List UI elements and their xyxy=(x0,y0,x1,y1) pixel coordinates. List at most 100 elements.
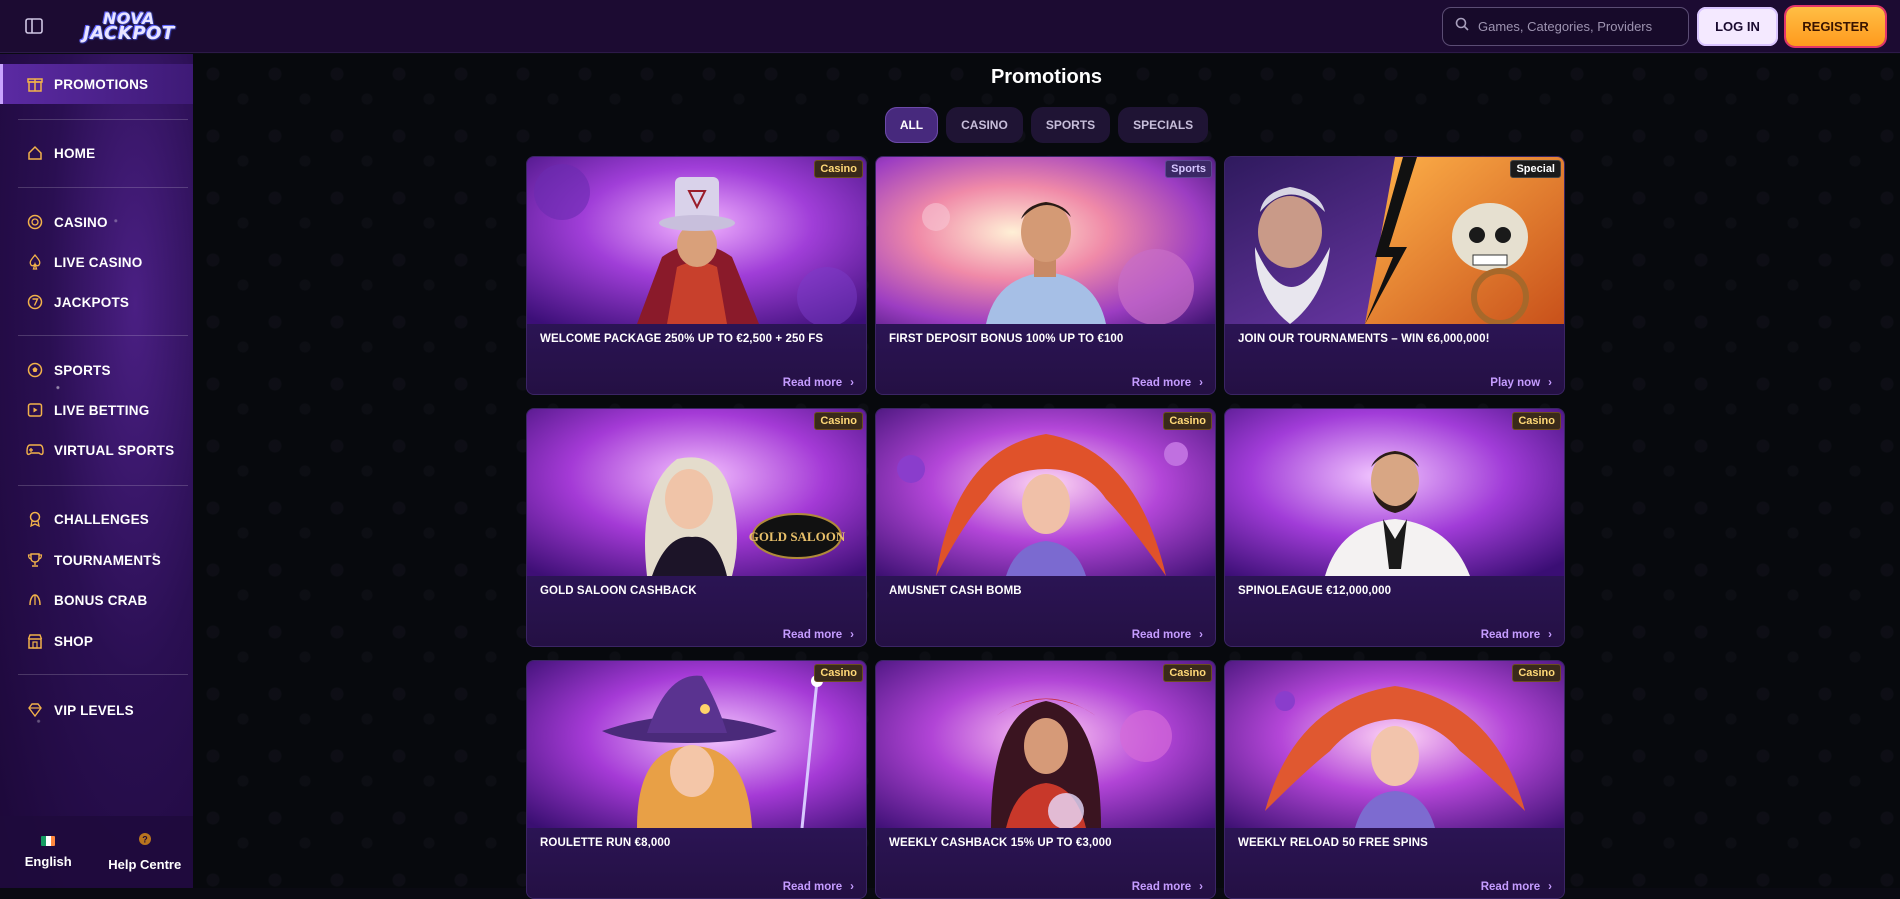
read-more-label: Read more xyxy=(1131,881,1192,893)
read-more-label: Read more xyxy=(782,377,843,389)
sidebar-item-challenges[interactable]: CHALLENGES xyxy=(0,499,193,539)
category-badge: Casino xyxy=(1512,664,1561,682)
promo-title: GOLD SALOON CASHBACK xyxy=(540,585,697,597)
sidebar-item-jackpots[interactable]: JACKPOTS xyxy=(0,282,193,322)
chip-icon xyxy=(26,213,44,231)
promo-image xyxy=(527,157,866,324)
sidebar-item-tournaments[interactable]: TOURNAMENTS xyxy=(0,540,193,580)
chevron-right-icon: › xyxy=(1548,377,1552,389)
tab-all[interactable]: ALL xyxy=(884,107,939,143)
sidebar-item-casino[interactable]: CASINO xyxy=(0,202,193,242)
promo-title: WELCOME PACKAGE 250% UP TO €2,500 + 250 … xyxy=(540,333,824,345)
promo-card[interactable]: Casino WEEKLY CASHBACK 15% UP TO €3,000 … xyxy=(875,660,1216,899)
play-icon xyxy=(26,401,44,419)
sidebar-item-label: TOURNAMENTS xyxy=(54,552,161,568)
read-more-link[interactable]: Read more › xyxy=(1481,629,1552,641)
shop-icon xyxy=(26,632,44,650)
play-now-label: Play now xyxy=(1490,377,1541,389)
sidebar-item-label: CASINO xyxy=(54,214,108,230)
sidebar-item-live-casino[interactable]: LIVE CASINO xyxy=(0,242,193,282)
language-label: English xyxy=(24,853,72,869)
svg-text:?: ? xyxy=(142,835,148,845)
sidebar-item-shop[interactable]: SHOP xyxy=(0,621,193,661)
sidebar-item-home[interactable]: HOME xyxy=(0,133,193,173)
top-header: NOVA JACKPOT Games, Categories, Provider… xyxy=(0,0,1900,53)
category-badge: Casino xyxy=(814,664,863,682)
read-more-label: Read more xyxy=(782,881,843,893)
language-selector[interactable]: English xyxy=(0,816,97,888)
tab-casino[interactable]: CASINO xyxy=(946,107,1023,143)
read-more-link[interactable]: Read more › xyxy=(783,881,854,893)
read-more-link[interactable]: Read more › xyxy=(1132,629,1203,641)
sidebar-item-vip-levels[interactable]: VIP LEVELS xyxy=(0,690,193,730)
tab-specials[interactable]: SPECIALS xyxy=(1118,107,1209,143)
promo-card[interactable]: Special JOIN OUR TOURNAMENTS – WIN €6,00… xyxy=(1224,156,1565,395)
category-badge: Casino xyxy=(814,412,863,430)
register-button[interactable]: REGISTER xyxy=(1786,7,1885,46)
chevron-right-icon: › xyxy=(850,881,854,893)
help-centre-link[interactable]: ? Help Centre xyxy=(97,816,194,888)
read-more-link[interactable]: Read more › xyxy=(783,629,854,641)
sidebar-item-label: PROMOTIONS xyxy=(54,76,149,92)
chevron-right-icon: › xyxy=(1548,881,1552,893)
promo-image: GOLD SALOON xyxy=(527,409,866,576)
promo-card[interactable]: Casino SPINOLEAGUE €12,000,000 Read more… xyxy=(1224,408,1565,647)
read-more-label: Read more xyxy=(1131,377,1192,389)
sidebar-item-bonus-crab[interactable]: BONUS CRAB xyxy=(0,580,193,620)
sidebar-footer: English ? Help Centre xyxy=(0,816,193,888)
read-more-link[interactable]: Read more › xyxy=(1132,881,1203,893)
sidebar-toggle-icon[interactable] xyxy=(22,15,46,37)
promo-card[interactable]: Casino ROULETTE RUN €8,000 Read more › xyxy=(526,660,867,899)
promo-image xyxy=(1225,157,1564,324)
promo-card[interactable]: Casino AMUSNET CASH BOMB Read more › xyxy=(875,408,1216,647)
gift-shop-icon xyxy=(26,75,44,93)
help-icon: ? xyxy=(138,832,152,849)
read-more-link[interactable]: Read more › xyxy=(1132,377,1203,389)
search-icon xyxy=(1455,17,1469,36)
read-more-label: Read more xyxy=(1480,881,1541,893)
read-more-link[interactable]: Read more › xyxy=(783,377,854,389)
spade-icon xyxy=(26,253,44,271)
promotions-grid: Casino WELCOME PACKAGE 250% UP TO €2,500… xyxy=(526,156,1565,899)
login-button[interactable]: LOG IN xyxy=(1697,7,1778,46)
sidebar-item-virtual-sports[interactable]: VIRTUAL SPORTS xyxy=(0,430,193,470)
chevron-right-icon: › xyxy=(1548,629,1552,641)
read-more-link[interactable]: Read more › xyxy=(1481,881,1552,893)
promo-title: WEEKLY RELOAD 50 FREE SPINS xyxy=(1238,837,1428,849)
nova-jackpot-logo[interactable]: NOVA JACKPOT xyxy=(74,8,184,46)
play-now-link[interactable]: Play now › xyxy=(1490,377,1552,389)
promo-image xyxy=(876,157,1215,324)
category-badge: Casino xyxy=(1512,412,1561,430)
search-placeholder: Games, Categories, Providers xyxy=(1478,19,1653,34)
promo-card[interactable]: Casino WEEKLY RELOAD 50 FREE SPINS Read … xyxy=(1224,660,1565,899)
category-badge: Sports xyxy=(1165,160,1212,178)
football-icon xyxy=(26,361,44,379)
chevron-right-icon: › xyxy=(1199,629,1203,641)
search-input[interactable]: Games, Categories, Providers xyxy=(1442,7,1689,46)
trophy-icon xyxy=(26,551,44,569)
sidebar-item-label: LIVE BETTING xyxy=(54,402,150,418)
category-badge: Special xyxy=(1510,160,1561,178)
promo-image xyxy=(876,409,1215,576)
sidebar-item-live-betting[interactable]: LIVE BETTING xyxy=(0,390,193,430)
promo-title: JOIN OUR TOURNAMENTS – WIN €6,000,000! xyxy=(1238,333,1490,345)
seven-icon xyxy=(26,293,44,311)
sidebar-item-label: SHOP xyxy=(54,633,94,649)
home-icon xyxy=(26,144,44,162)
promo-title: AMUSNET CASH BOMB xyxy=(889,585,1022,597)
gold-saloon-logo-text: GOLD SALOON xyxy=(749,529,846,544)
promo-card[interactable]: GOLD SALOON Casino GOLD SALOON CASHBACK … xyxy=(526,408,867,647)
promo-image xyxy=(876,661,1215,828)
main-content: Promotions ALL CASINO SPORTS SPECIALS Ca… xyxy=(193,54,1900,899)
promo-image xyxy=(1225,661,1564,828)
page-title: Promotions xyxy=(990,66,1103,88)
sidebar-item-label: HOME xyxy=(54,145,96,161)
promo-card[interactable]: Casino WELCOME PACKAGE 250% UP TO €2,500… xyxy=(526,156,867,395)
promo-title: FIRST DEPOSIT BONUS 100% UP TO €100 xyxy=(889,333,1124,345)
sidebar-item-label: VIP LEVELS xyxy=(54,702,134,718)
chevron-right-icon: › xyxy=(1199,881,1203,893)
sidebar-item-promotions[interactable]: PROMOTIONS xyxy=(0,64,193,104)
tab-sports[interactable]: SPORTS xyxy=(1030,107,1111,143)
sidebar-item-sports[interactable]: SPORTS xyxy=(0,350,193,390)
promo-card[interactable]: Sports FIRST DEPOSIT BONUS 100% UP TO €1… xyxy=(875,156,1216,395)
